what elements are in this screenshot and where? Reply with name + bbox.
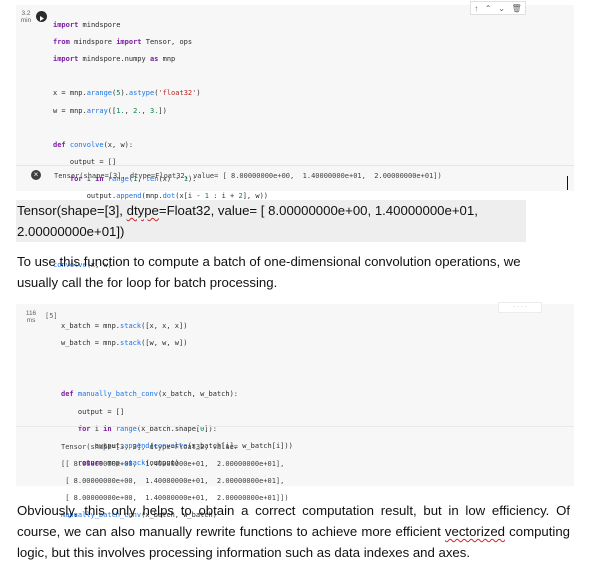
tensor-repr-text: Tensor(shape=[3], dtype=Float32, value= … — [17, 203, 478, 239]
trash-icon[interactable]: 🗑 — [512, 4, 522, 13]
spell-underline: dtype — [126, 203, 159, 218]
cell-2-divider — [16, 426, 574, 427]
paragraph-efficiency: Obviously, this only helps to obtain a c… — [17, 503, 570, 560]
cell-2-toolbar: · · · · — [498, 302, 542, 313]
cell-2-exec-time: 116 ms — [25, 310, 37, 324]
error-circle-icon[interactable]: × — [31, 170, 41, 180]
cell-1-divider — [16, 165, 574, 166]
chevron-down-icon[interactable]: ⌄ — [498, 4, 505, 13]
cell-2-exec-count: [5] — [45, 312, 58, 320]
spell-underline-vectorized: vectorized — [444, 524, 506, 539]
paragraph-batch-intro: To use this function to compute a batch … — [17, 254, 521, 290]
play-icon — [40, 16, 44, 21]
cell-1-output: Tensor(shape=[3], dtype=Float32, value= … — [54, 172, 442, 180]
text-cursor — [567, 176, 568, 190]
run-cell-button[interactable] — [36, 11, 47, 22]
cell-toolbar: ↑ ⌃ ⌄ 🗑 — [470, 1, 526, 15]
up-arrow-icon[interactable]: ↑ — [474, 4, 478, 13]
chevron-up-icon[interactable]: ⌃ — [485, 4, 492, 13]
cell-1-exec-time: 3.2 min — [20, 10, 32, 24]
